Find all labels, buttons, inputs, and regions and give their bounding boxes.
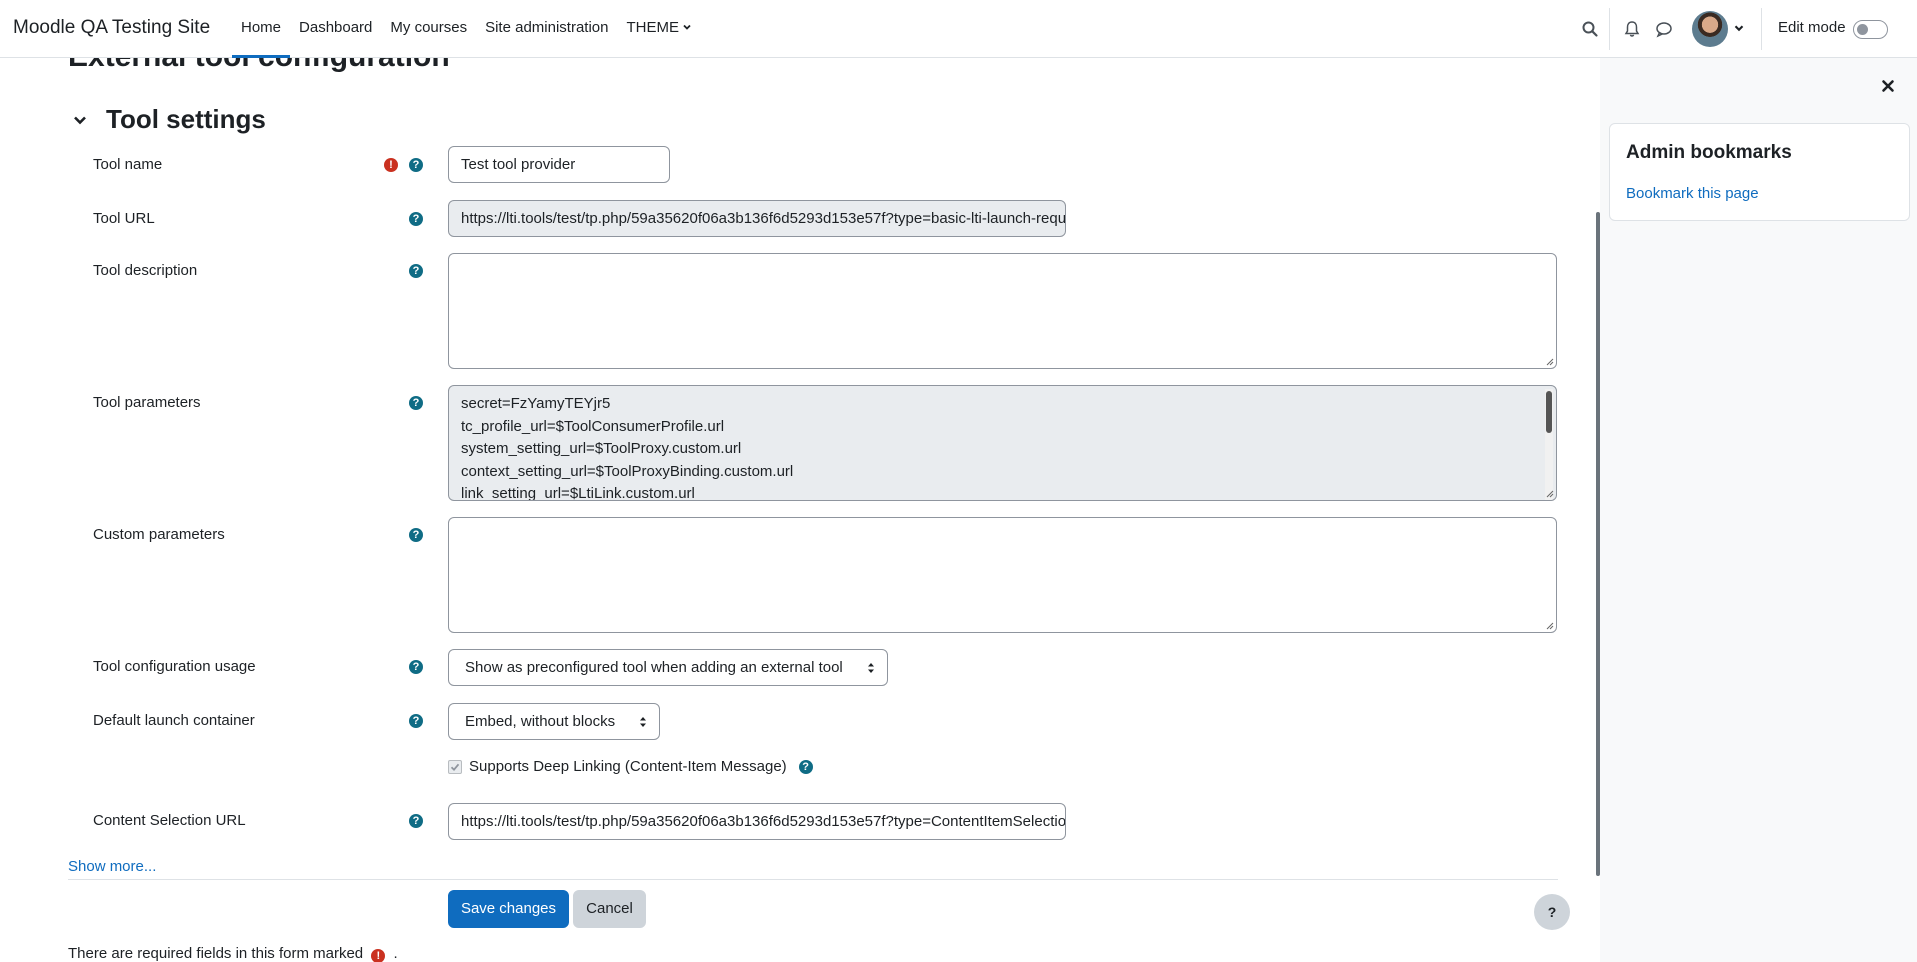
deep-linking-label: Supports Deep Linking (Content-Item Mess…	[469, 758, 787, 775]
chevron-down-icon[interactable]	[1732, 21, 1746, 35]
nav-site-administration[interactable]: Site administration	[476, 0, 617, 58]
chevron-down-icon	[683, 24, 691, 30]
deep-linking-checkbox[interactable]	[448, 759, 462, 774]
nav-dashboard[interactable]: Dashboard	[290, 0, 381, 58]
resize-handle-icon[interactable]	[1544, 356, 1554, 366]
help-icon[interactable]: ?	[409, 212, 423, 226]
tool-parameters-textarea[interactable]: secret=FzYamyTEYjr5 tc_profile_url=$Tool…	[448, 385, 1557, 501]
required-note-period: .	[393, 945, 398, 962]
param-line: secret=FzYamyTEYjr5	[461, 395, 611, 412]
show-more-link[interactable]: Show more...	[68, 858, 156, 875]
deep-linking-row: Supports Deep Linking (Content-Item Mess…	[448, 758, 813, 775]
block-title: Admin bookmarks	[1626, 142, 1792, 163]
scrollbar-thumb[interactable]	[1546, 391, 1552, 433]
default-launch-container-select[interactable]: Embed, without blocks	[448, 703, 660, 740]
custom-parameters-label: Custom parameters	[93, 526, 225, 543]
bookmark-this-page-link[interactable]: Bookmark this page	[1626, 185, 1759, 202]
toggle-knob	[1857, 24, 1868, 35]
custom-parameters-textarea[interactable]	[448, 517, 1557, 633]
required-note-text: There are required fields in this form m…	[68, 945, 364, 962]
content-selection-url-label: Content Selection URL	[93, 812, 246, 829]
tool-parameters-label: Tool parameters	[93, 394, 201, 411]
main-region: External tool configuration Tool setting…	[0, 58, 1596, 962]
edit-mode-toggle[interactable]	[1853, 20, 1888, 39]
navbar-divider	[1609, 8, 1610, 50]
navbar-divider	[1761, 8, 1762, 50]
tool-description-textarea[interactable]	[448, 253, 1557, 369]
chat-icon[interactable]	[1654, 19, 1674, 39]
resize-handle-icon[interactable]	[1544, 620, 1554, 630]
nav-home[interactable]: Home	[232, 0, 291, 58]
tool-url-input[interactable]: https://lti.tools/test/tp.php/59a35620f0…	[448, 200, 1066, 237]
form-divider	[68, 879, 1558, 880]
site-brand[interactable]: Moodle QA Testing Site	[13, 17, 210, 39]
tool-name-label: Tool name	[93, 156, 163, 173]
search-icon[interactable]	[1580, 19, 1600, 39]
save-changes-button[interactable]: Save changes	[448, 890, 569, 928]
selected-value: Show as preconfigured tool when adding a…	[465, 659, 843, 676]
user-avatar[interactable]	[1692, 11, 1728, 47]
help-icon[interactable]: ?	[409, 528, 423, 542]
selected-value: Embed, without blocks	[465, 713, 616, 730]
content-selection-url-input[interactable]: https://lti.tools/test/tp.php/59a35620f0…	[448, 803, 1066, 840]
help-icon[interactable]: ?	[409, 158, 423, 172]
bell-icon[interactable]	[1622, 19, 1642, 39]
page-title: External tool configuration	[68, 58, 450, 74]
required-fields-note: There are required fields in this form m…	[68, 945, 398, 962]
nav-theme-dropdown[interactable]: THEME	[618, 0, 703, 58]
param-line: link_setting_url=$LtiLink.custom.url	[461, 485, 695, 501]
tool-url-label: Tool URL	[93, 210, 155, 227]
admin-bookmarks-block: Admin bookmarks Bookmark this page	[1609, 123, 1910, 221]
default-launch-container-label: Default launch container	[93, 712, 255, 729]
section-header[interactable]: Tool settings	[72, 104, 266, 135]
param-line: context_setting_url=$ToolProxyBinding.cu…	[461, 462, 794, 480]
page-help-button[interactable]: ?	[1534, 894, 1570, 930]
tool-configuration-usage-label: Tool configuration usage	[93, 658, 256, 675]
tool-name-input[interactable]: Test tool provider	[448, 146, 670, 183]
checkmark-icon	[450, 763, 460, 771]
chevron-down-icon[interactable]	[72, 112, 88, 128]
cancel-button[interactable]: Cancel	[573, 890, 646, 928]
param-line: tc_profile_url=$ToolConsumerProfile.url	[461, 417, 725, 435]
tool-configuration-usage-select[interactable]: Show as preconfigured tool when adding a…	[448, 649, 888, 686]
help-icon[interactable]: ?	[409, 714, 423, 728]
top-navbar: Moodle QA Testing Site Home Dashboard My…	[0, 0, 1917, 58]
resize-handle-icon[interactable]	[1544, 488, 1554, 498]
select-arrows-icon	[868, 663, 874, 673]
param-line: system_setting_url=$ToolProxy.custom.url	[461, 440, 742, 457]
required-icon: !	[384, 158, 398, 172]
required-icon: !	[371, 949, 386, 962]
help-icon[interactable]: ?	[409, 814, 423, 828]
nav-my-courses[interactable]: My courses	[381, 0, 476, 58]
help-icon[interactable]: ?	[409, 264, 423, 278]
help-icon[interactable]: ?	[409, 396, 423, 410]
help-icon[interactable]: ?	[409, 660, 423, 674]
tool-description-label: Tool description	[93, 262, 198, 279]
close-icon[interactable]	[1880, 78, 1896, 94]
select-arrows-icon	[640, 717, 646, 727]
edit-mode-label: Edit mode	[1778, 19, 1846, 36]
section-title: Tool settings	[106, 104, 266, 134]
help-icon[interactable]: ?	[798, 759, 813, 774]
primary-navigation: Home Dashboard My courses Site administr…	[232, 0, 702, 58]
textarea-scrollbar[interactable]	[1545, 389, 1553, 500]
nav-theme-label: THEME	[626, 19, 680, 36]
